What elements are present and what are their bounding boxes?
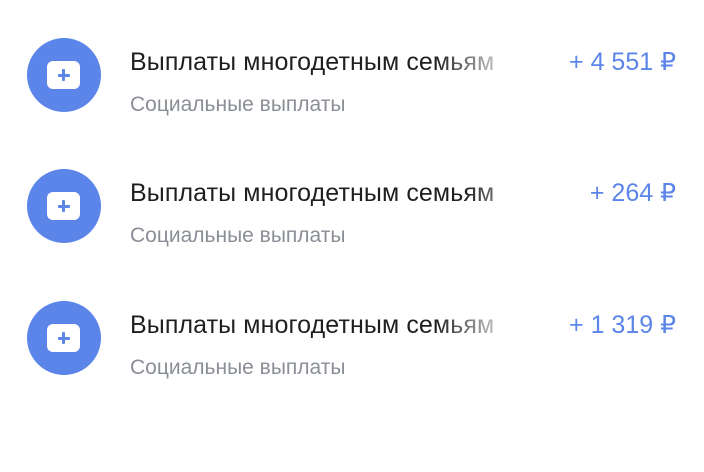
transaction-title-container: Выплаты многодетным семьям xyxy=(130,175,556,211)
transaction-amount: + 4 551 ₽ xyxy=(569,48,676,76)
plus-square-icon xyxy=(47,324,80,352)
plus-square-icon xyxy=(47,192,80,220)
transaction-avatar xyxy=(27,169,101,243)
transaction-title: Выплаты многодетным семьям xyxy=(130,311,495,339)
transaction-amount: + 264 ₽ xyxy=(589,179,676,207)
transaction-category: Социальные выплаты xyxy=(130,356,346,379)
transaction-avatar xyxy=(27,301,101,375)
transaction-title: Выплаты многодетным семьям xyxy=(130,48,495,76)
transaction-item[interactable]: Выплаты многодетным семьям Социальные вы… xyxy=(0,20,704,130)
transaction-title: Выплаты многодетным семьям xyxy=(130,179,495,207)
transaction-item[interactable]: Выплаты многодетным семьям Социальные вы… xyxy=(0,283,704,393)
transaction-title-container: Выплаты многодетным семьям xyxy=(130,44,526,80)
transaction-category: Социальные выплаты xyxy=(130,224,346,247)
transaction-title-container: Выплаты многодетным семьям xyxy=(130,307,526,343)
transaction-subtitle-container: Социальные выплаты xyxy=(130,221,460,251)
plus-square-icon xyxy=(47,61,80,89)
transaction-category: Социальные выплаты xyxy=(130,93,346,116)
transaction-avatar xyxy=(27,38,101,112)
transaction-item[interactable]: Выплаты многодетным семьям Социальные вы… xyxy=(0,151,704,261)
transaction-subtitle-container: Социальные выплаты xyxy=(130,353,430,383)
transaction-subtitle-container: Социальные выплаты xyxy=(130,90,420,120)
transaction-amount: + 1 319 ₽ xyxy=(569,311,676,339)
